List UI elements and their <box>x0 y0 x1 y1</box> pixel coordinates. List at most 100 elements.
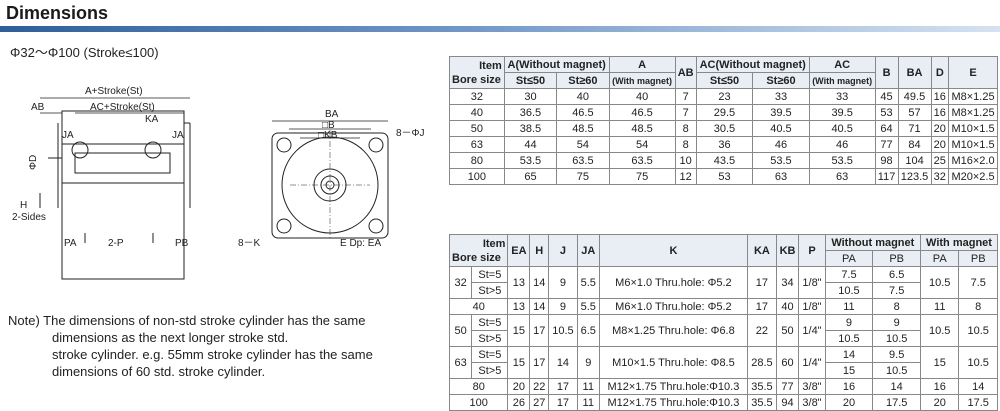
table-row: 63 44 54 54 8 36 46 46 77 84 20 M10×1.5 <box>449 136 998 153</box>
table-cell: 20 <box>930 120 950 137</box>
t2-cell: 15 <box>507 314 531 347</box>
table-cell: 46.5 <box>608 104 676 121</box>
t2-cell: 10.5 <box>920 266 960 299</box>
t2-cell: 11 <box>576 378 600 395</box>
side-view <box>39 97 191 280</box>
label-eight-k: 8－K <box>238 238 261 249</box>
t2-cell: 16 <box>920 378 960 395</box>
t2-cell: 10.5 <box>824 282 874 299</box>
t2-cell: 50 <box>448 314 473 347</box>
t2-cell: 27 <box>529 394 550 411</box>
note-line-1: Note) The dimensions of non-std stroke c… <box>8 313 366 328</box>
t2-cell: 13 <box>507 266 531 299</box>
t2-cell: 20 <box>920 394 960 411</box>
t2-cell: 10.5 <box>548 314 578 347</box>
table-cell: 54 <box>608 136 676 153</box>
table-cell: 25 <box>930 152 950 169</box>
t2-cell: 6.5 <box>872 266 922 283</box>
t2-cell: St>5 <box>471 330 509 347</box>
t2-cell: 9 <box>872 314 922 331</box>
t2-cell: 14 <box>872 378 922 395</box>
t2-row-80: 80 20 22 17 11 M12×1.75 Thru.hole:Φ10.3 … <box>448 378 998 395</box>
label-kb: □KB <box>318 130 338 141</box>
t2-cell: 9 <box>548 298 578 315</box>
table-cell: 75 <box>556 168 610 185</box>
table-cell: 33 <box>808 88 876 105</box>
t2-cell: 77 <box>775 378 800 395</box>
table-cell: M10×1.5 <box>948 120 998 137</box>
t2-cell: M8×1.25 Thru.hole: Φ6.8 <box>598 314 749 347</box>
t2-cell: 20 <box>507 378 531 395</box>
t2-cell: 26 <box>507 394 531 411</box>
t2-row-63a: 63 St=5 15 17 14 9 M10×1.5 Thru.hole: Φ8… <box>448 346 998 379</box>
t2-cell: 28.5 <box>747 346 777 379</box>
label-two-sides: 2-Sides <box>12 212 46 223</box>
t2-cell: 11 <box>576 394 600 411</box>
table-cell: M20×2.5 <box>948 168 998 185</box>
table-cell: 16 <box>930 104 950 121</box>
t2-h-ja: JA <box>576 234 600 267</box>
t2-h-k: K <box>598 234 749 267</box>
label-ab: AB <box>31 102 45 113</box>
label-pa: PA <box>64 238 77 249</box>
t1-h-ab: AB <box>674 56 697 89</box>
t2-cell: 11 <box>920 298 960 315</box>
t2-cell: 3/8" <box>798 378 826 395</box>
table-row: 32 30 40 40 7 23 33 33 45 49.5 16 M8×1.25 <box>449 88 998 105</box>
note-line-2: dimensions as the next longer stroke std… <box>52 330 289 345</box>
table-cell: 36 <box>695 136 754 153</box>
label-ja: JA <box>62 130 74 141</box>
t2-cell: 100 <box>448 394 509 411</box>
t2-cell: 32 <box>448 266 473 299</box>
table-cell: 53.5 <box>808 152 876 169</box>
t2-cell: 10.5 <box>958 314 998 347</box>
t2-cell: 13 <box>507 298 531 315</box>
table-cell: 40.5 <box>808 120 876 137</box>
t2-cell: 17 <box>747 266 777 299</box>
table-cell: 49.5 <box>897 88 932 105</box>
t2-row-100: 100 26 27 17 11 M12×1.75 Thru.hole:Φ10.3… <box>448 394 998 411</box>
t1-h-st3: St≤50 <box>695 72 754 89</box>
table-cell: 50 <box>449 120 505 137</box>
t2-cell: 10.5 <box>872 330 922 347</box>
t2-cell: 6.5 <box>576 314 600 347</box>
t2-cell: 8 <box>872 298 922 315</box>
t2-row-40: 40 13 14 9 5.5 M6×1.0 Thru.hole: Φ5.2 17… <box>448 298 998 315</box>
t2-cell: 14 <box>529 298 550 315</box>
table-cell: 30 <box>503 88 558 105</box>
label-h: H <box>20 200 27 211</box>
t2-cell: 9 <box>824 314 874 331</box>
t2-h-h: H <box>529 234 550 267</box>
table-cell: 53.5 <box>503 152 558 169</box>
t1-h-st4: St≥60 <box>752 72 810 89</box>
table-cell: 16 <box>930 88 950 105</box>
t2-cell: 5.5 <box>576 266 600 299</box>
t2-cell: 3/8" <box>798 394 826 411</box>
t1-h-with2: (With magnet) <box>808 72 876 89</box>
table-cell: 40 <box>449 104 505 121</box>
table-cell: 39.5 <box>752 104 810 121</box>
t1-h-d: D <box>930 56 950 89</box>
t2-cell: 8 <box>958 298 998 315</box>
t2-cell: 17 <box>747 298 777 315</box>
label-ka: KA <box>145 114 159 125</box>
t2-cell: 94 <box>775 394 800 411</box>
dimensions-table-1: Item Bore size A(Without magnet) A AB AC(… <box>449 56 998 185</box>
section-header: Dimensions <box>0 0 1000 32</box>
t2-cell: 20 <box>824 394 874 411</box>
t1-h-ac-wo: AC(Without magnet) <box>695 56 810 73</box>
t1-h-ac: AC <box>808 56 876 73</box>
label-ba: BA <box>325 109 339 120</box>
t2-h-with: With magnet <box>920 234 998 251</box>
t2-item-label: Item <box>482 237 506 250</box>
table-cell: 32 <box>930 168 950 185</box>
table-cell: 7 <box>674 104 697 121</box>
table-cell: 20 <box>930 136 950 153</box>
table-cell: 44 <box>503 136 558 153</box>
note-line-4: dimensions of 60 std. stroke cylinder. <box>52 364 266 379</box>
label-two-p: 2-P <box>108 238 124 249</box>
t2-cell: 7.5 <box>824 266 874 283</box>
table-cell: M8×1.25 <box>948 104 998 121</box>
table-cell: 84 <box>897 136 932 153</box>
table-cell: 64 <box>874 120 899 137</box>
